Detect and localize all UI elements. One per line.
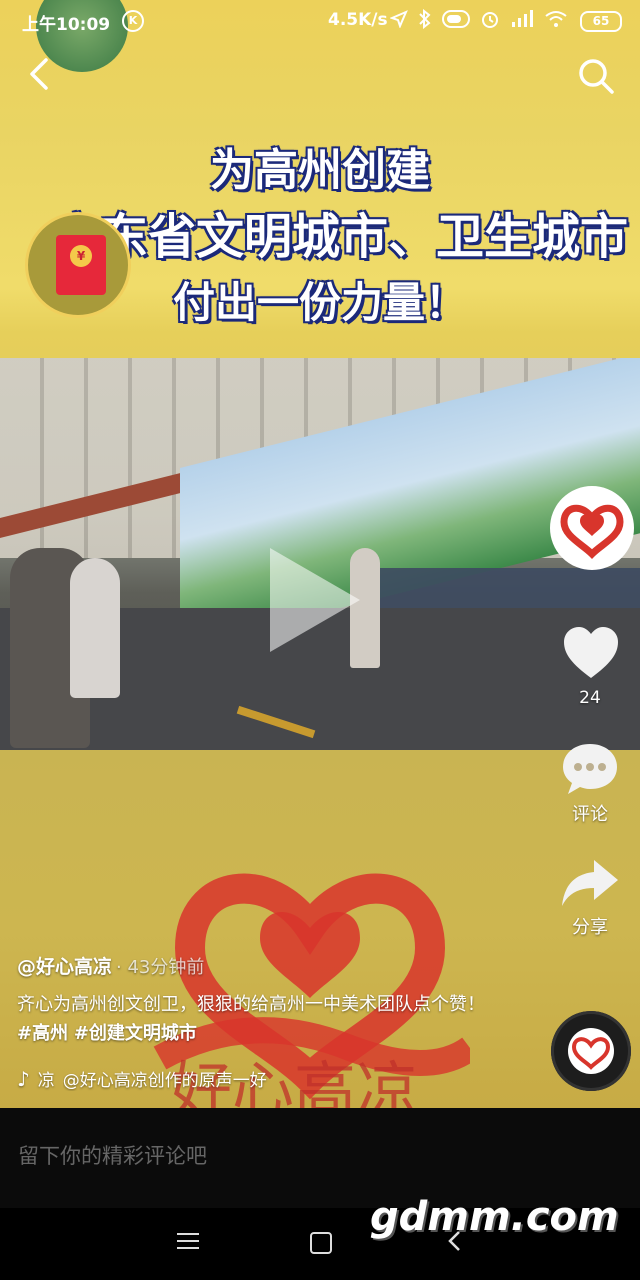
scooter-figure	[70, 558, 120, 698]
hashtag-gaozhou[interactable]: #高州	[17, 1023, 68, 1044]
signal-icon	[512, 10, 533, 27]
status-time: 上午10:09	[22, 15, 111, 35]
play-icon[interactable]	[270, 548, 360, 652]
bluetooth-icon	[419, 9, 431, 29]
alarm-icon	[482, 12, 498, 28]
location-icon	[390, 10, 408, 28]
comment-label: 评论	[572, 804, 608, 825]
comment-input[interactable]: 留下你的精彩评论吧	[18, 1140, 207, 1170]
search-icon[interactable]	[576, 56, 616, 96]
coin-icon: ¥	[70, 245, 92, 267]
post-caption: 齐心为高州创文创卫，狠狠的给高州一中美术团队点个赞！ #高州 #创建文明城市	[17, 990, 497, 1048]
wifi-icon	[545, 11, 567, 27]
music-line[interactable]: ♪ 凉 @好心高凉创作的原声一好	[17, 1066, 283, 1092]
menu-icon[interactable]	[177, 1232, 199, 1250]
like-count: 24	[579, 688, 601, 708]
headline-line-1: 为高州创建	[210, 145, 430, 196]
music-disc[interactable]	[551, 1011, 631, 1091]
post-time: · 43分钟前	[116, 957, 205, 978]
music-disc-cover	[568, 1028, 614, 1074]
caption-text: 齐心为高州创文创卫，狠狠的给高州一中美术团队点个赞！	[17, 994, 485, 1015]
toggle-icon	[442, 10, 470, 28]
share-arrow-icon[interactable]	[560, 856, 620, 910]
video-screen[interactable]: 上午10:09 K 4.5K/s 65 为高州创建 广东省文明城市、卫生城市 付…	[0, 0, 640, 1108]
k-badge-icon: K	[122, 10, 144, 32]
comment-bubble-icon[interactable]	[562, 742, 618, 796]
site-watermark: gdmm.com	[370, 1194, 619, 1240]
disc-heart-icon	[571, 1037, 611, 1070]
battery-indicator: 65	[580, 11, 622, 32]
status-bar: 上午10:09 K 4.5K/s 65	[0, 0, 640, 40]
status-icons	[390, 9, 568, 29]
hashtag-civilized-city[interactable]: #创建文明城市	[74, 1023, 197, 1044]
music-track: @好心高凉创作的原声一好	[62, 1071, 267, 1091]
author-line: @好心高凉 · 43分钟前	[17, 952, 204, 979]
network-speed: 4.5K/s	[328, 10, 388, 30]
back-arrow-icon[interactable]	[22, 54, 58, 94]
like-heart-icon[interactable]	[562, 626, 620, 680]
share-label: 分享	[572, 917, 608, 938]
video-frame[interactable]	[0, 358, 640, 750]
author-name[interactable]: @好心高凉	[17, 956, 112, 978]
red-packet-button[interactable]: ¥	[25, 212, 131, 318]
home-square-icon[interactable]	[310, 1232, 332, 1254]
red-envelope-icon: ¥	[56, 235, 106, 295]
music-note-icon: ♪	[17, 1066, 30, 1091]
author-avatar[interactable]	[550, 486, 634, 570]
avatar-heart-icon	[560, 504, 624, 559]
music-prefix: 凉	[37, 1071, 55, 1091]
